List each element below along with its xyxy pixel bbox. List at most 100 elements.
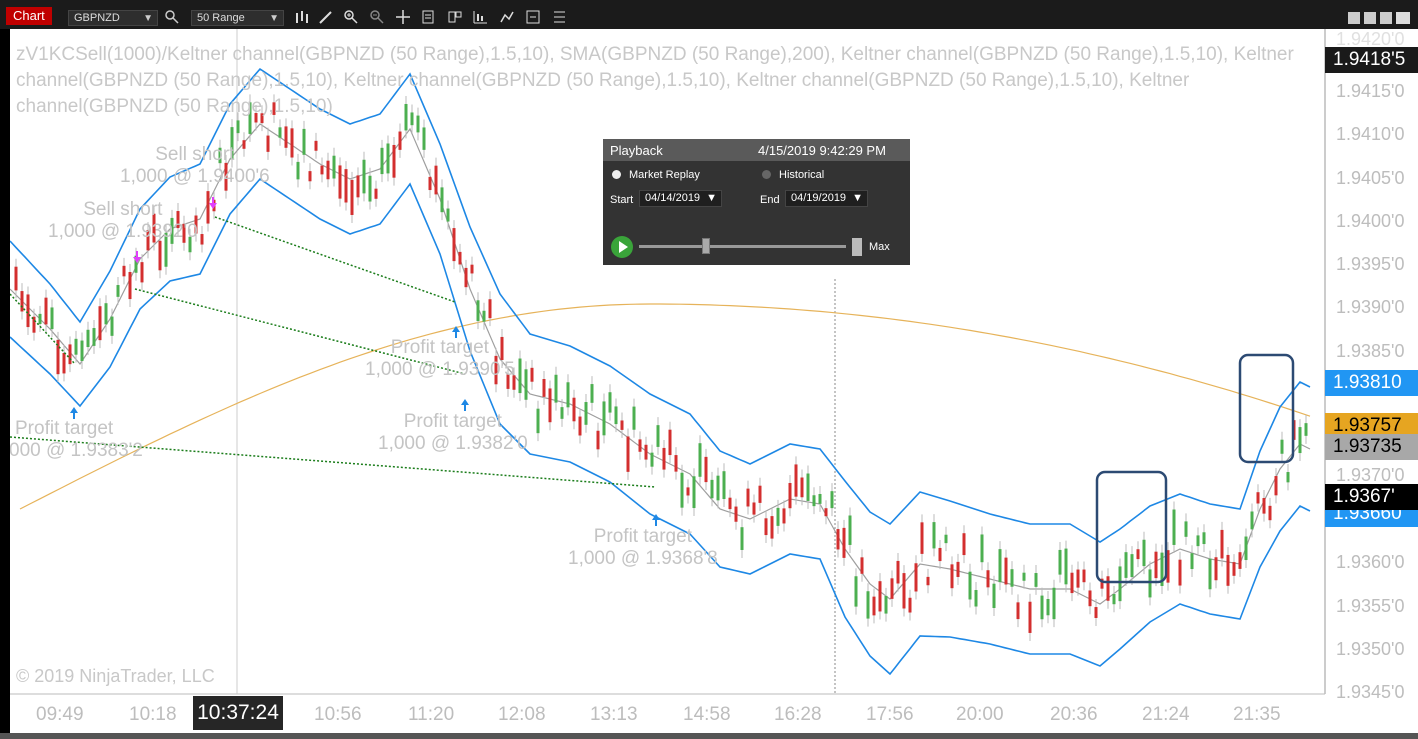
candle-bar <box>788 482 792 509</box>
candle-bar <box>1064 548 1068 585</box>
start-date-picker[interactable]: 04/14/2019 ▼ <box>639 190 722 207</box>
chart-panel[interactable]: zV1KCSell(1000)/Keltner channel(GBPNZD (… <box>10 29 1418 733</box>
candle-bar <box>1214 557 1218 581</box>
templates-icon[interactable] <box>447 9 465 27</box>
price-tick: 1.9405'0 <box>1336 168 1405 188</box>
candle-bar <box>902 573 906 609</box>
candle-bar <box>308 171 312 182</box>
horizontal-scrollbar[interactable] <box>0 733 1418 739</box>
candle-bar <box>1262 498 1266 514</box>
annotation-action: Profit target <box>593 526 692 547</box>
candle-bar <box>632 406 636 430</box>
candle-bar <box>206 191 210 224</box>
search-icon[interactable] <box>164 9 182 27</box>
candle-bar <box>590 384 594 403</box>
indicators-icon[interactable] <box>472 9 490 27</box>
candle-bar <box>650 452 654 467</box>
price-tick: 1.9395'0 <box>1336 254 1405 274</box>
candle-bar <box>326 160 330 180</box>
playback-header[interactable]: Playback 4/15/2019 9:42:29 PM <box>603 139 910 161</box>
play-button[interactable] <box>611 236 633 258</box>
candle-bar <box>848 515 852 545</box>
candle-bar <box>866 591 870 619</box>
minimize-icon[interactable] <box>1348 12 1360 24</box>
candle-bar <box>962 533 966 556</box>
candle-bar <box>314 140 318 151</box>
crosshair-icon[interactable] <box>395 9 413 27</box>
candle-bar <box>548 388 552 423</box>
time-tick: 17:56 <box>866 704 914 725</box>
candle-bar <box>1142 539 1146 567</box>
candle-bar <box>1022 572 1026 581</box>
data-box-icon[interactable] <box>551 9 569 27</box>
candle-bar <box>1070 572 1074 594</box>
candle-bar <box>14 266 18 291</box>
candle-bar <box>32 316 36 333</box>
zoom-out-icon[interactable] <box>369 9 387 27</box>
maximize-icon[interactable] <box>1380 12 1392 24</box>
price-tick: 1.9345'0 <box>1336 682 1405 702</box>
annotation-detail: 1,000 @ 1.9400'6 <box>120 166 270 187</box>
candle-bar <box>344 169 348 203</box>
candle-bar <box>842 527 846 558</box>
time-tick: 10:18 <box>129 704 177 725</box>
candle-bar <box>128 271 132 300</box>
historical-radio[interactable] <box>762 170 771 179</box>
annotation-detail: 1,000 @ 1.9368'8 <box>568 548 718 569</box>
price-chart[interactable] <box>10 29 1418 733</box>
candle-bar <box>890 578 894 599</box>
chart-tab[interactable]: Chart <box>6 7 52 25</box>
candle-bar <box>854 576 858 607</box>
zoom-in-icon[interactable] <box>343 9 361 27</box>
candle-bar <box>1010 569 1014 587</box>
candle-bar <box>1094 607 1098 618</box>
restore-icon[interactable] <box>1364 12 1376 24</box>
price-tick: 1.9350'0 <box>1336 639 1405 659</box>
candle-bar <box>1178 559 1182 586</box>
market-replay-radio[interactable] <box>612 170 621 179</box>
speed-spinner[interactable] <box>852 238 862 256</box>
time-tick: 20:36 <box>1050 704 1098 725</box>
candle-bar <box>686 487 690 496</box>
candle-bar <box>554 374 558 403</box>
annotation-detail: 000 @ 1.9383'2 <box>10 440 143 461</box>
price-tick: 1.9355'0 <box>1336 596 1405 616</box>
candle-bar <box>974 590 978 607</box>
candle-bar <box>1208 558 1212 590</box>
end-date-picker[interactable]: 04/19/2019 ▼ <box>785 190 868 207</box>
candle-bar <box>1034 573 1038 587</box>
properties-icon[interactable] <box>420 9 438 27</box>
candle-bar <box>452 228 456 262</box>
candle-bar <box>86 329 90 348</box>
time-tick: 21:24 <box>1142 704 1190 725</box>
candle-bar <box>926 576 930 586</box>
candle-bar <box>1190 553 1194 570</box>
candle-bar <box>1028 601 1032 633</box>
chart-trader-icon[interactable] <box>525 9 543 27</box>
candle-bar <box>446 208 450 222</box>
candle-bar <box>374 188 378 199</box>
candle-bar <box>728 497 732 510</box>
time-tick: 13:13 <box>590 704 638 725</box>
candle-bar <box>1184 521 1188 537</box>
draw-pencil-icon[interactable] <box>318 9 336 27</box>
candle-bar <box>398 131 402 150</box>
candle-bar <box>1268 505 1272 521</box>
candle-bar <box>1154 551 1158 579</box>
bar-style-icon[interactable] <box>294 9 312 27</box>
speed-slider[interactable] <box>639 245 846 248</box>
speed-slider-thumb[interactable] <box>702 238 710 254</box>
candle-bar <box>914 563 918 592</box>
candle-bar <box>932 522 936 549</box>
close-icon[interactable] <box>1396 12 1410 24</box>
candle-bar <box>278 127 282 138</box>
time-cursor-label: 10:37:24 <box>193 696 283 730</box>
candle-bar <box>920 522 924 554</box>
strategies-icon[interactable] <box>499 9 517 27</box>
trade-annotation: Profit target 1,000 @ 1.9390'5 <box>365 337 515 381</box>
time-tick: 21:35 <box>1233 704 1281 725</box>
instrument-selector[interactable]: GBPNZD ▼ <box>68 10 158 26</box>
candle-bar <box>38 313 42 325</box>
candle-bar <box>74 338 78 355</box>
interval-selector[interactable]: 50 Range ▼ <box>191 10 284 26</box>
